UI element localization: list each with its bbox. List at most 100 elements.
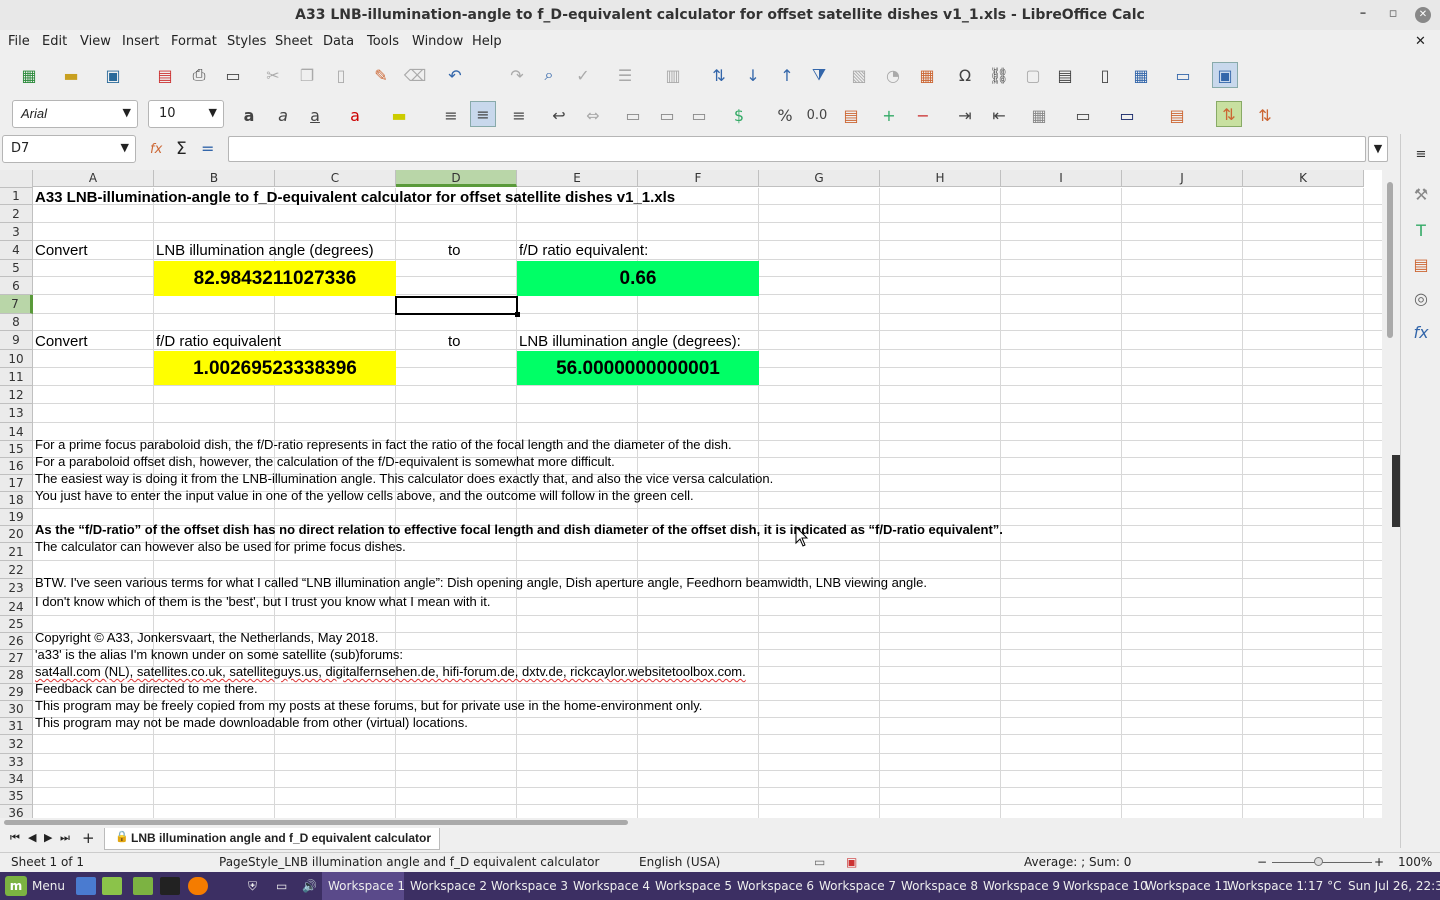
row-header-26[interactable]: 26: [0, 633, 33, 650]
status-language[interactable]: English (USA): [639, 855, 720, 869]
font-color-icon[interactable]: a: [342, 102, 368, 128]
borders-icon[interactable]: ▦: [1026, 102, 1052, 128]
row-header-2[interactable]: 2: [0, 205, 33, 223]
files-icon[interactable]: [133, 877, 153, 895]
mint-menu-icon[interactable]: m: [5, 876, 27, 896]
zoom-out-icon[interactable]: −: [1257, 855, 1267, 869]
wrap-text-icon[interactable]: ↩: [546, 102, 572, 128]
menu-window[interactable]: Window: [412, 34, 463, 49]
export-pdf-icon[interactable]: ▤: [152, 62, 178, 88]
hyperlink-icon[interactable]: ⛓: [986, 62, 1012, 88]
row-header-33[interactable]: 33: [0, 754, 33, 771]
insert-image-icon[interactable]: ▧: [846, 62, 872, 88]
value-fd-equivalent-input[interactable]: 1.00269523338396: [154, 358, 396, 380]
maximize-button[interactable]: ▫: [1378, 0, 1408, 30]
row-header-6[interactable]: 6: [0, 277, 33, 295]
horizontal-scrollbar-thumb[interactable]: [4, 820, 628, 825]
insert-chart-icon[interactable]: ◔: [880, 62, 906, 88]
row-header-25[interactable]: 25: [0, 616, 33, 633]
selection-mode-icon[interactable]: ▭: [814, 855, 825, 869]
increase-indent-icon[interactable]: ⇥: [952, 102, 978, 128]
cell-a24[interactable]: I don't know which of them is the 'best'…: [35, 594, 490, 609]
sort-ascending-icon[interactable]: ↓: [740, 62, 766, 88]
row-header-31[interactable]: 31: [0, 718, 33, 735]
new-icon[interactable]: ▦: [16, 62, 42, 88]
spreadsheet-grid[interactable]: A B C D E F G H I J K 1 2 3 4 5 6 7 8 9 10 11 12 13 1…: [0, 170, 1382, 818]
cell-b9[interactable]: f/D ratio equivalent: [156, 333, 281, 350]
row-header-30[interactable]: 30: [0, 701, 33, 718]
merge-cells-icon[interactable]: ⇔: [580, 102, 606, 128]
menu-format[interactable]: Format: [171, 34, 217, 49]
column-header-f[interactable]: F: [638, 170, 759, 187]
font-name-box[interactable]: Arial ▼: [12, 100, 138, 128]
highlight-color-icon[interactable]: ▬: [386, 102, 412, 128]
cell-e9[interactable]: LNB illumination angle (degrees):: [519, 333, 741, 350]
workspace-5[interactable]: Workspace 5: [655, 872, 732, 900]
align-left-icon[interactable]: ≡: [438, 102, 464, 128]
find-replace-icon[interactable]: ⌕: [536, 62, 562, 88]
zoom-level[interactable]: 100%: [1398, 855, 1432, 869]
row-header-36[interactable]: 36: [0, 805, 33, 818]
navigator-icon[interactable]: ◎: [1409, 286, 1433, 310]
workspace-8[interactable]: Workspace 8: [901, 872, 978, 900]
special-character-icon[interactable]: Ω: [952, 62, 978, 88]
fill-handle[interactable]: [515, 312, 520, 317]
zoom-slider-knob[interactable]: [1314, 857, 1323, 866]
menu-data[interactable]: Data: [323, 34, 354, 49]
menu-view[interactable]: View: [80, 34, 111, 49]
sum-icon[interactable]: Σ: [176, 139, 187, 159]
center-vertically-icon[interactable]: ▭: [654, 102, 680, 128]
column-header-h[interactable]: H: [880, 170, 1001, 187]
value-illumination-angle-input[interactable]: 82.9843211027336: [154, 268, 396, 290]
row-header-1[interactable]: 1: [0, 188, 33, 205]
workspace-11[interactable]: Workspace 11: [1145, 872, 1230, 900]
decrease-indent-icon[interactable]: ⇤: [986, 102, 1012, 128]
cell-a29[interactable]: Feedback can be directed to me there.: [35, 681, 258, 696]
cell-a20[interactable]: As the “f/D-ratio” of the offset dish ha…: [35, 522, 1003, 537]
row-header-18[interactable]: 18: [0, 492, 33, 509]
cell-a17[interactable]: The easiest way is doing it from the LNB…: [35, 471, 773, 486]
status-summary[interactable]: Average: ; Sum: 0: [1024, 855, 1131, 869]
autofilter-icon[interactable]: ⧩: [806, 62, 832, 88]
chevron-down-icon[interactable]: ▼: [121, 141, 129, 154]
terminal-icon[interactable]: [160, 877, 180, 895]
row-header-27[interactable]: 27: [0, 650, 33, 667]
row-header-9[interactable]: 9: [0, 331, 33, 350]
shield-icon[interactable]: ⛨: [248, 872, 257, 900]
row-header-28[interactable]: 28: [0, 667, 33, 684]
add-sheet-button[interactable]: +: [82, 829, 95, 847]
workspace-7[interactable]: Workspace 7: [819, 872, 896, 900]
cell-b4[interactable]: LNB illumination angle (degrees): [156, 242, 374, 259]
date-format-icon[interactable]: ▤: [838, 102, 864, 128]
cell-a26[interactable]: Copyright © A33, Jonkersvaart, the Nethe…: [35, 630, 378, 645]
cell-a18[interactable]: You just have to enter the input value i…: [35, 488, 694, 503]
menu-file[interactable]: File: [8, 34, 30, 49]
zoom-in-icon[interactable]: +: [1374, 855, 1384, 869]
workspace-9[interactable]: Workspace 9: [983, 872, 1060, 900]
row-header-14[interactable]: 14: [0, 423, 33, 441]
volume-icon[interactable]: 🔊: [302, 872, 317, 900]
close-window-button[interactable]: ✕: [1415, 7, 1431, 23]
border-style-icon[interactable]: ▭: [1070, 102, 1096, 128]
cell-a28[interactable]: sat4all.com (NL), satellites.co.uk, sate…: [35, 664, 746, 679]
row-header-24[interactable]: 24: [0, 598, 33, 616]
row-icon[interactable]: ☰: [612, 62, 638, 88]
styles-icon[interactable]: T: [1409, 218, 1433, 242]
column-header-c[interactable]: C: [275, 170, 396, 187]
row-header-20[interactable]: 20: [0, 526, 33, 543]
functions-icon[interactable]: fx: [1409, 320, 1433, 344]
cell-a30[interactable]: This program may be freely copied from m…: [35, 698, 702, 713]
align-bottom-icon[interactable]: ▭: [686, 102, 712, 128]
border-color-icon[interactable]: ▭: [1114, 102, 1140, 128]
column-header-j[interactable]: J: [1122, 170, 1243, 187]
row-header-17[interactable]: 17: [0, 475, 33, 492]
workspace-1[interactable]: Workspace 1: [328, 872, 405, 900]
column-icon[interactable]: ▥: [660, 62, 686, 88]
workspace-12[interactable]: Workspace 12: [1227, 872, 1312, 900]
row-header-34[interactable]: 34: [0, 771, 33, 788]
column-header-k[interactable]: K: [1243, 170, 1364, 187]
row-header-5[interactable]: 5: [0, 260, 33, 277]
cell-a9[interactable]: Convert: [35, 333, 88, 350]
row-header-16[interactable]: 16: [0, 458, 33, 475]
align-center-icon[interactable]: ≡: [470, 101, 496, 127]
